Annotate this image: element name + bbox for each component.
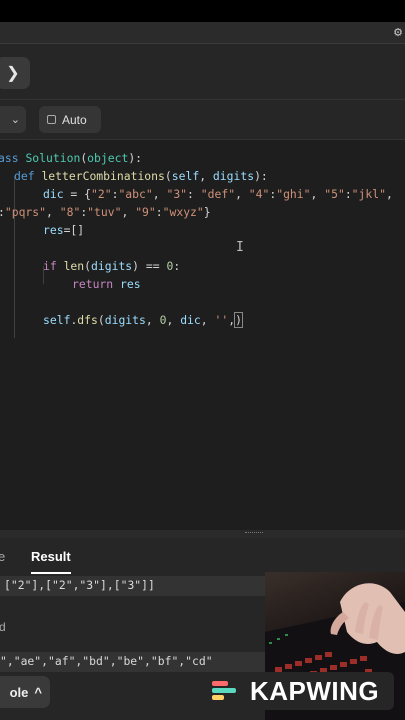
tab-result[interactable]: Result	[31, 549, 71, 564]
browser-top-bar	[0, 22, 405, 44]
kapwing-watermark: KAPWING	[204, 672, 394, 710]
drag-grip-icon	[245, 532, 263, 535]
tab-testcase[interactable]: e	[0, 549, 5, 564]
chevron-right-icon: ❯	[6, 65, 20, 82]
mouse-cursor-icon: I	[236, 240, 244, 255]
language-dropdown[interactable]: ⌄	[0, 106, 26, 133]
code-line-8: self.dfs(digits, 0, dic, '',)	[43, 312, 243, 328]
chevron-up-icon: ^	[34, 684, 42, 700]
code-line-1: ass Solution(object):	[0, 151, 143, 165]
kapwing-wordmark: KAPWING	[250, 675, 380, 706]
code-line-5: res=[]	[43, 223, 85, 237]
code-editor[interactable]: ass Solution(object): def letterCombinat…	[0, 140, 405, 530]
code-line-4: :"pqrs", "8":"tuv", "9":"wxyz"}	[0, 205, 211, 219]
settings-gear-icon[interactable]: ⚙	[393, 26, 403, 39]
code-line-3: dic = {"2":"abc", "3": "def", "4":"ghi",…	[43, 187, 393, 201]
code-line-2: def letterCombinations(self, digits):	[14, 169, 268, 183]
lock-icon	[47, 115, 56, 124]
kapwing-logo-icon	[212, 681, 236, 700]
console-button[interactable]: ole ^	[0, 676, 50, 708]
next-problem-button[interactable]: ❯	[0, 57, 30, 89]
indent-guide	[14, 176, 15, 338]
auto-button[interactable]: Auto	[39, 106, 101, 133]
problem-nav-bar	[0, 44, 405, 100]
code-line-6: if len(digits) == 0:	[43, 259, 181, 273]
console-label: ole	[9, 684, 29, 700]
result-value: ["2"],["2","3"],["3"]]	[0, 576, 265, 596]
output-value: ","ae","af","bd","be","bf","cd"	[0, 652, 265, 672]
code-line-7: return res	[72, 277, 141, 291]
active-tab-indicator	[31, 572, 71, 574]
panel-resize-handle[interactable]	[0, 530, 405, 538]
expected-label: d	[0, 620, 6, 634]
auto-label: Auto	[62, 112, 87, 127]
chevron-down-icon: ⌄	[10, 114, 20, 126]
top-black-bar	[0, 0, 405, 22]
